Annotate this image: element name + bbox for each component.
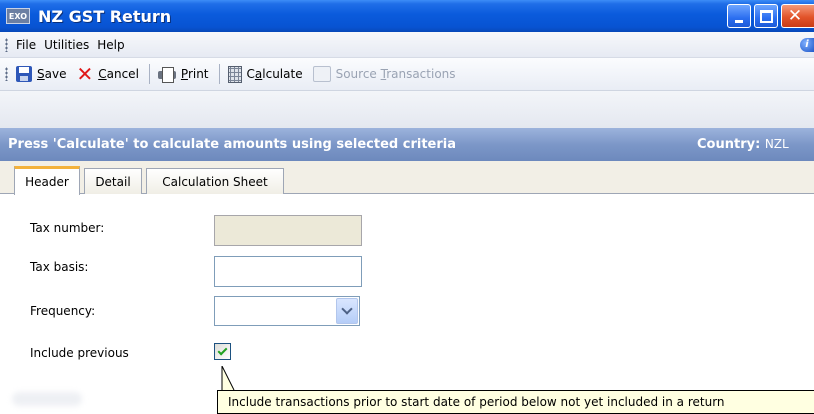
menu-bar: File Utilities Help i [0, 32, 814, 58]
include-previous-checkbox[interactable] [214, 343, 231, 360]
chevron-down-icon [341, 303, 353, 315]
toolbar-spacer [0, 91, 814, 128]
printer-icon [157, 67, 176, 83]
toolbar-separator [218, 64, 220, 84]
source-transactions-label: Source Transactions [335, 67, 456, 81]
tooltip-pointer [221, 366, 235, 390]
banner-message: Press 'Calculate' to calculate amounts u… [8, 137, 456, 152]
checkmark-icon [217, 345, 228, 355]
cancel-icon: ✕ [76, 62, 94, 86]
frequency-select[interactable] [214, 296, 360, 326]
maximize-button[interactable] [754, 4, 778, 28]
tab-calculation-sheet[interactable]: Calculation Sheet [146, 168, 284, 194]
print-label: Print [180, 67, 209, 81]
source-transactions-icon [312, 66, 331, 82]
save-label: Save [37, 67, 67, 81]
info-icon[interactable]: i [800, 38, 814, 52]
tax-number-field[interactable] [214, 215, 362, 246]
save-icon [16, 66, 32, 82]
app-icon[interactable]: EXO [6, 8, 30, 24]
toolbar-grip-icon[interactable] [5, 67, 8, 81]
menu-grip-icon[interactable] [5, 37, 8, 52]
tax-basis-field[interactable] [214, 256, 362, 287]
tax-basis-label: Tax basis: [30, 260, 89, 274]
include-previous-label: Include previous [30, 346, 129, 360]
status-banner: Press 'Calculate' to calculate amounts u… [0, 128, 814, 161]
title-bar[interactable]: EXO NZ GST Return ✕ [0, 0, 814, 32]
maximize-icon [759, 9, 773, 23]
calculate-button[interactable]: Calculate [224, 62, 309, 86]
close-button[interactable]: ✕ [781, 4, 814, 28]
country-label: Country: [697, 137, 761, 152]
tab-header[interactable]: Header [14, 166, 80, 195]
calculator-icon [227, 65, 242, 83]
header-form: Tax number: Tax basis: Frequency: Includ… [0, 194, 814, 414]
tooltip: Include transactions prior to start date… [217, 390, 814, 414]
save-button[interactable]: Save [12, 62, 72, 86]
tooltip-text: Include transactions prior to start date… [228, 395, 725, 409]
menu-file[interactable]: File [12, 38, 40, 52]
frequency-label: Frequency: [30, 304, 96, 318]
minimize-icon [735, 19, 743, 23]
frequency-dropdown-button[interactable] [336, 298, 358, 324]
minimize-button[interactable] [727, 4, 751, 28]
window-title: NZ GST Return [38, 6, 172, 26]
tab-strip: Header Detail Calculation Sheet [0, 161, 814, 195]
print-button[interactable]: Print [154, 62, 215, 86]
toolbar-separator [148, 64, 150, 84]
cancel-label: Cancel [98, 67, 139, 81]
tab-detail[interactable]: Detail [84, 168, 142, 194]
menu-help[interactable]: Help [93, 38, 128, 52]
toolbar: Save ✕ Cancel Print Calculate Source Tra… [0, 58, 814, 91]
country-value: NZL [764, 137, 789, 151]
menu-utilities[interactable]: Utilities [40, 38, 93, 52]
blurred-label [12, 392, 82, 406]
country-indicator: Country: NZL [697, 137, 789, 152]
source-transactions-button[interactable]: Source Transactions [309, 62, 462, 86]
tax-number-label: Tax number: [30, 221, 105, 235]
cancel-button[interactable]: ✕ Cancel [72, 62, 144, 86]
close-icon: ✕ [787, 5, 803, 26]
calculate-label: Calculate [246, 67, 303, 81]
